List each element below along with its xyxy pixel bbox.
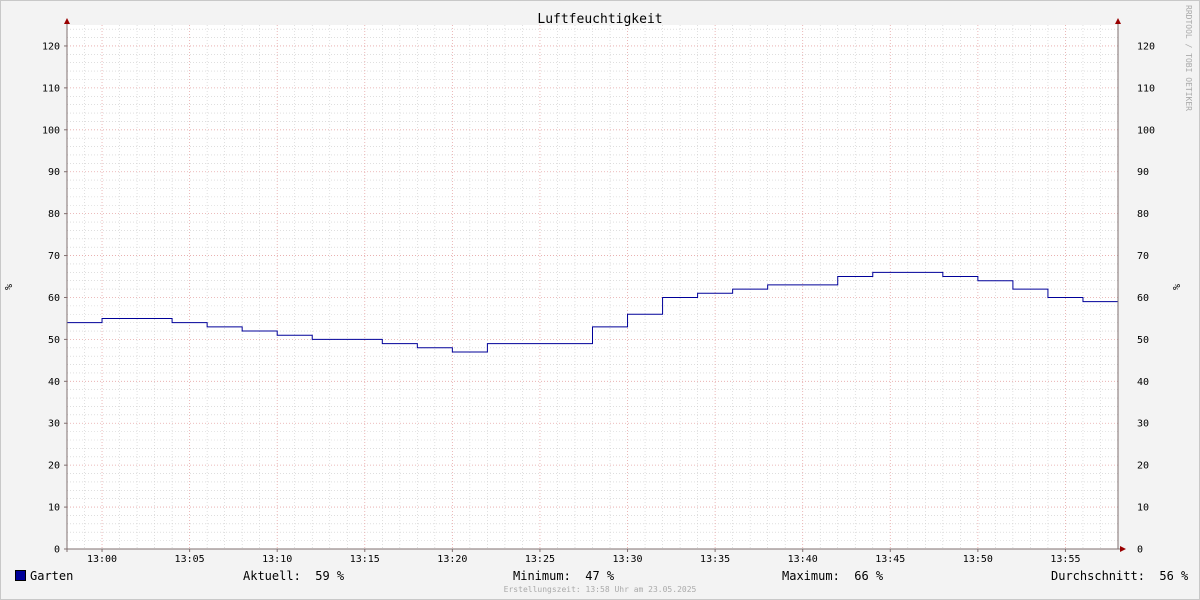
legend-current: Aktuell: 59 % [243,569,344,583]
y-axis-left-arrow [64,18,70,24]
y-tick-label-left: 50 [48,335,60,346]
x-tick-label: 13:35 [700,554,730,565]
legend-average: Durchschnitt: 56 % [1051,569,1188,583]
x-tick-label: 13:40 [788,554,818,565]
legend-min-label: Minimum: [513,569,571,583]
y-tick-label-right: 110 [1137,83,1155,94]
y-tick-label-left: 30 [48,419,60,430]
y-tick-label-left: 60 [48,293,60,304]
y-tick-label-right: 0 [1137,545,1143,556]
x-tick-label: 13:45 [875,554,905,565]
legend-series-name: Garten [30,569,74,583]
legend-max-label: Maximum: [782,569,840,583]
legend-min-value: 47 % [585,569,615,583]
x-tick-label: 13:15 [350,554,380,565]
y-tick-label-left: 0 [54,545,60,556]
y-tick-label-left: 70 [48,251,60,262]
x-axis-ticks: 13:00 13:05 13:10 13:15 13:20 13:25 13:30 13:35… [87,549,1081,565]
y-tick-label-left: 80 [48,209,60,220]
legend-current-value: 59 % [315,569,345,583]
y-tick-label-right: 30 [1137,419,1149,430]
legend-swatch-garten [15,570,26,581]
y-axis-label-left: % [4,284,15,290]
x-axis-arrow [1120,546,1126,552]
y-tick-label-right: 120 [1137,41,1155,52]
x-tick-label: 13:00 [87,554,117,565]
legend-avg-label: Durchschnitt: [1051,569,1145,583]
x-tick-label: 13:50 [963,554,993,565]
y-tick-label-left: 120 [42,41,60,52]
y-tick-label-right: 10 [1137,503,1149,514]
y-tick-label-left: 40 [48,377,60,388]
y-tick-label-left: 20 [48,461,60,472]
legend-maximum: Maximum: 66 % [782,569,883,583]
y-tick-label-left: 100 [42,125,60,136]
x-tick-label: 13:55 [1050,554,1080,565]
chart-title: Luftfeuchtigkeit [537,12,662,27]
x-tick-label: 13:25 [525,554,555,565]
y-tick-label-right: 70 [1137,251,1149,262]
y-axis-left-ticks: 0 10 20 30 40 50 60 70 80 90 100 110 120 [42,41,67,556]
rrdtool-watermark: RRDTOOL / TOBI OETIKER [1184,5,1193,111]
y-tick-label-left: 110 [42,83,60,94]
y-tick-label-right: 100 [1137,125,1155,136]
creation-time-footer: Erstellungszeit: 13:58 Uhr am 23.05.2025 [503,585,697,594]
y-axis-label-right: % [1172,284,1183,290]
y-tick-label-right: 40 [1137,377,1149,388]
legend-minimum: Minimum: 47 % [513,569,614,583]
y-tick-label-right: 60 [1137,293,1149,304]
y-tick-label-right: 20 [1137,461,1149,472]
y-tick-label-right: 80 [1137,209,1149,220]
y-tick-label-right: 90 [1137,167,1149,178]
y-tick-label-left: 10 [48,503,60,514]
legend-avg-value: 56 % [1159,569,1189,583]
x-tick-label: 13:05 [175,554,205,565]
legend-max-value: 66 % [854,569,884,583]
y-axis-right-ticks: 0 10 20 30 40 50 60 70 80 90 100 110 120 [1137,41,1155,555]
y-tick-label-right: 50 [1137,335,1149,346]
humidity-chart: 0 10 20 30 40 50 60 70 80 90 100 110 120 0 10 20 30 40 50… [4,5,1193,565]
x-tick-label: 13:10 [262,554,292,565]
legend-current-label: Aktuell: [243,569,301,583]
y-axis-right-arrow [1115,18,1121,24]
y-tick-label-left: 90 [48,167,60,178]
x-tick-label: 13:20 [437,554,467,565]
x-tick-label: 13:30 [612,554,642,565]
